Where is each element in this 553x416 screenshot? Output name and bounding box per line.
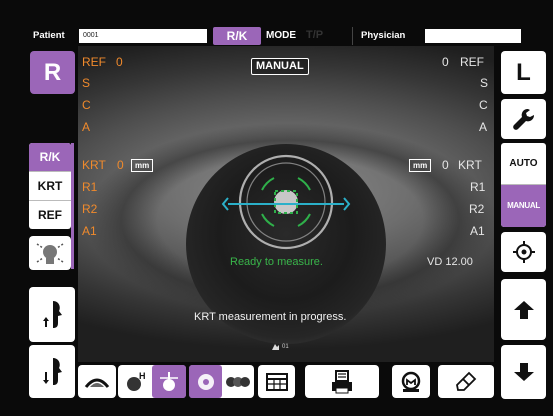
auto-mode-button[interactable]: AUTO	[501, 143, 546, 184]
right-eye-button[interactable]: R	[30, 51, 75, 94]
wrench-icon	[512, 108, 534, 130]
r2-label-right: R2	[469, 202, 485, 216]
clear-button[interactable]	[438, 365, 494, 398]
left-eye-button[interactable]: L	[501, 51, 546, 94]
a1-label-right: A1	[470, 224, 485, 238]
vertex-distance: VD 12.00	[427, 256, 473, 268]
data-list-button[interactable]	[258, 365, 295, 398]
ref-label-left: REF	[82, 55, 106, 69]
physician-label: Physician	[361, 30, 406, 41]
mode-selector-scrollbar[interactable]	[71, 143, 74, 269]
table-icon	[265, 372, 288, 391]
ready-status: Ready to measure.	[230, 256, 323, 268]
focus-mode-selector: AUTO MANUAL	[501, 143, 546, 227]
r1-label-left: R1	[82, 180, 98, 194]
r2-label-left: R2	[82, 202, 98, 216]
patient-id-field[interactable]: 0001	[79, 29, 207, 43]
ref-value-right: 0	[442, 55, 449, 69]
flower-icon	[197, 373, 214, 390]
printer-icon	[332, 369, 352, 393]
eyelid-icon	[84, 378, 110, 388]
unit-toggle-left[interactable]: mm	[131, 159, 154, 172]
cylinder-label-left: C	[82, 98, 91, 112]
sphere-label-left: S	[82, 76, 91, 90]
eyelid-button[interactable]	[78, 365, 116, 398]
pupil-mode-single-button[interactable]	[189, 365, 222, 398]
cylinder-label-right: C	[479, 98, 488, 112]
eraser-icon	[456, 371, 477, 391]
axis-label-right: A	[479, 120, 488, 134]
ref-value-left: 0	[116, 55, 123, 69]
physician-field[interactable]	[425, 29, 521, 43]
mode-label: MODE	[266, 30, 296, 41]
pupil-mode-group	[189, 365, 254, 398]
krt-value-right: 0	[442, 158, 449, 172]
print-button[interactable]	[305, 365, 379, 398]
left-eye-label: L	[516, 58, 531, 86]
chinrest-down-icon	[43, 357, 62, 385]
svg-text:H: H	[139, 371, 146, 381]
measurement-status: KRT measurement in progress.	[194, 311, 347, 323]
counter-value: 01	[282, 343, 289, 350]
face-button[interactable]	[29, 236, 71, 270]
krt-label-left: KRT	[82, 158, 106, 172]
capture-counter: 01	[271, 342, 289, 351]
settings-button[interactable]	[501, 99, 546, 139]
head-tilt-horizontal-button[interactable]: H	[118, 365, 152, 398]
move-up-button[interactable]	[501, 279, 546, 340]
mode-item-rk[interactable]: R/K	[29, 143, 71, 171]
mode-item-krt[interactable]: KRT	[29, 172, 71, 200]
topbar-divider	[352, 27, 353, 45]
measure-button[interactable]	[392, 365, 430, 398]
patient-label: Patient	[33, 30, 65, 41]
multi-flower-icon	[226, 376, 250, 387]
arrow-up-icon	[513, 300, 534, 319]
head-tilt-group: H	[118, 365, 186, 398]
krt-value-left: 0	[117, 158, 124, 172]
face-icon	[36, 243, 64, 264]
mode-tp-button[interactable]: T/P	[306, 29, 323, 41]
mode-item-ref[interactable]: REF	[29, 201, 71, 229]
chinrest-up-button[interactable]	[29, 287, 75, 342]
manual-mode-button[interactable]: MANUAL	[501, 185, 546, 227]
krt-label-right: KRT	[458, 158, 482, 172]
mode-rk-button[interactable]: R/K	[213, 27, 261, 45]
head-v-icon	[160, 371, 178, 391]
chinrest-up-icon	[43, 300, 62, 328]
sphere-label-right: S	[480, 76, 489, 90]
target-button[interactable]	[501, 232, 546, 272]
head-h-icon: H	[127, 371, 146, 391]
unit-toggle-right[interactable]: mm	[409, 159, 432, 172]
gauge-icon	[401, 371, 421, 392]
crosshair-icon	[512, 241, 535, 263]
manual-indicator: MANUAL	[251, 58, 309, 75]
eye-camera-view[interactable]: REF 0 S C A KRT 0 mm R1 R2 A1 MANUAL 0 R…	[78, 46, 494, 362]
ref-label-right: REF	[460, 55, 484, 69]
a1-label-left: A1	[82, 224, 97, 238]
move-down-button[interactable]	[501, 345, 546, 399]
counter-icon	[272, 344, 279, 350]
axis-label-left: A	[82, 120, 91, 134]
right-eye-label: R	[43, 58, 62, 86]
head-tilt-vertical-button[interactable]	[152, 365, 186, 398]
arrow-down-icon	[513, 363, 534, 381]
mode-selector: R/K KRT REF	[29, 143, 71, 229]
pupil-mode-multi-button[interactable]	[222, 365, 254, 398]
chinrest-down-button[interactable]	[29, 345, 75, 398]
r1-label-right: R1	[470, 180, 486, 194]
